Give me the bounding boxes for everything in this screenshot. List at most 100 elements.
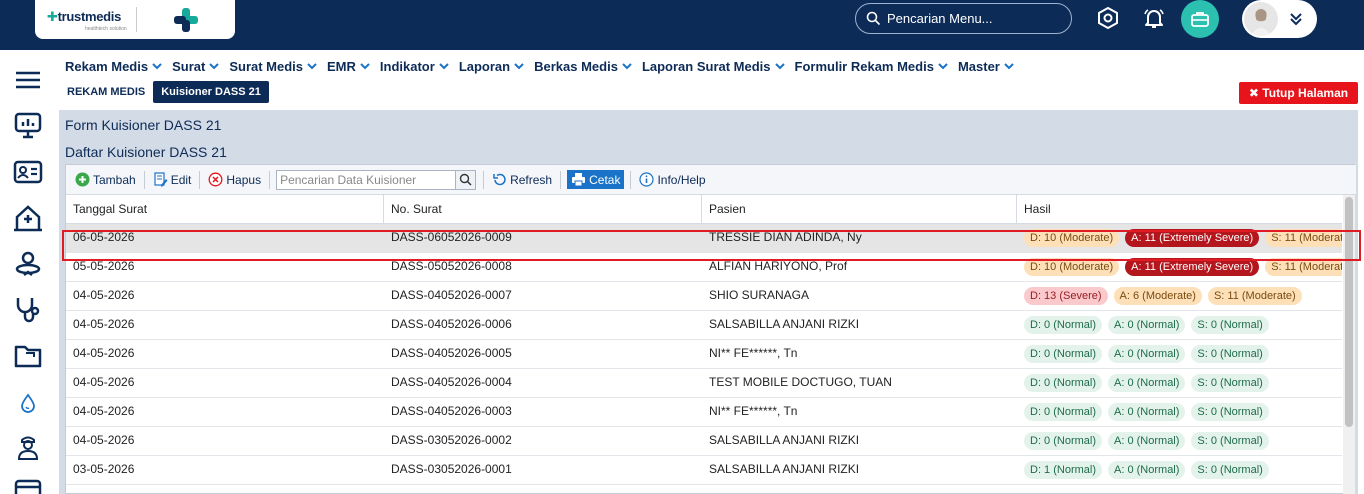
depression-badge: D: 0 (Normal) [1024,316,1103,334]
chevron-down-icon [774,62,785,69]
anxiety-badge: A: 6 (Moderate) [1113,287,1202,305]
grid-rows: 06-05-2026 DASS-06052026-0009 TRESSIE DIAN… [66,224,1342,485]
table-row[interactable]: 04-05-2026 DASS-04052026-0007 SHIO SURANAG… [66,282,1342,311]
table-row[interactable]: 06-05-2026 DASS-06052026-0009 TRESSIE DIAN… [66,224,1342,253]
chevron-down-icon [622,62,632,69]
doctor-icon[interactable] [13,432,43,462]
table-row[interactable]: 04-05-2026 DASS-04052026-0005 NI** FE*****… [66,340,1342,369]
cell-pasien: NI** FE******, Tn [709,346,798,360]
print-button[interactable]: Cetak [567,170,625,189]
hospital-icon[interactable] [13,203,43,233]
cell-pasien: SHIO SURANAGA [709,288,810,302]
drop-icon[interactable] [13,388,43,418]
menu-search-input[interactable]: Pencarian Menu... [855,3,1072,34]
add-button[interactable]: Tambah [73,170,138,189]
table-row[interactable]: 04-05-2026 DASS-04052026-0004 TEST MOBILE … [66,369,1342,398]
scrollbar-thumb[interactable] [1345,197,1353,427]
table-row[interactable]: 04-05-2026 DASS-04052026-0003 NI** FE*****… [66,398,1342,427]
hamburger-icon[interactable] [13,65,43,95]
cell-pasien: SALSABILLA ANJANI RIZKI [709,433,860,447]
column-header-tanggal-surat[interactable]: Tanggal Surat [66,195,384,224]
grid-scrollbar[interactable] [1343,195,1355,494]
top-bar: ✚trustmedis healthtech solution Pencaria… [0,0,1364,50]
info-help-button[interactable]: Info/Help [637,170,707,189]
depression-badge: D: 0 (Normal) [1024,374,1103,392]
user-menu[interactable] [1242,0,1317,38]
table-row[interactable]: 05-05-2026 DASS-05052026-0008 ALFIAN HARIY… [66,253,1342,282]
edit-button[interactable]: Edit [151,170,194,189]
id-card-icon[interactable] [13,157,43,187]
search-icon [866,11,881,26]
dass-panel: Form Kuisioner DASS 21 Daftar Kuisioner … [59,110,1358,494]
depression-badge: D: 0 (Normal) [1024,432,1103,450]
table-row[interactable]: 04-05-2026 DASS-03052026-0002 SALSABILLA A… [66,427,1342,456]
trustmedis-cross-icon [174,8,198,32]
grid-search-button[interactable] [456,169,477,190]
stress-badge: S: 0 (Normal) [1191,374,1269,392]
chevron-double-down-icon [1290,13,1302,26]
cell-no-surat: DASS-04052026-0003 [391,404,512,418]
column-header-no-surat[interactable]: No. Surat [384,195,702,224]
menu-search-placeholder: Pencarian Menu... [887,11,993,26]
toolbar-divider [269,170,271,189]
anxiety-badge: A: 0 (Normal) [1108,316,1186,334]
toolbar-divider [143,170,145,189]
grid-search-input[interactable]: Pencarian Data Kuisioner [276,169,457,190]
person-icon[interactable] [13,249,43,279]
anxiety-badge: A: 0 (Normal) [1108,432,1186,450]
menu-berkas-medis[interactable]: Berkas Medis [526,56,634,76]
printer-icon [572,173,586,187]
refresh-icon [493,173,506,186]
breadcrumb-parent[interactable]: REKAM MEDIS [67,86,145,98]
cell-tanggal-surat: 04-05-2026 [73,288,135,302]
table-row[interactable]: 03-05-2026 DASS-03052026-0001 SALSABILLA A… [66,456,1342,485]
chevron-down-icon [1004,62,1014,69]
cell-hasil: D: 0 (Normal) A: 0 (Normal) S: 0 (Normal) [1024,432,1342,452]
chevron-down-icon [360,62,370,69]
info-icon [639,172,655,187]
briefcase-button[interactable] [1181,0,1219,38]
menu-emr[interactable]: EMR [319,56,372,76]
depression-badge: D: 0 (Normal) [1024,403,1103,421]
menu-laporan[interactable]: Laporan [451,56,526,76]
cell-tanggal-surat: 04-05-2026 [73,346,135,360]
delete-button[interactable]: Hapus [206,170,263,189]
cell-hasil: D: 10 (Moderate) A: 11 (Extremely Severe)… [1024,229,1342,249]
refresh-button[interactable]: Refresh [490,170,554,189]
breadcrumb: REKAM MEDIS Kuisioner DASS 21 [67,80,269,103]
cell-no-surat: DASS-04052026-0007 [391,288,512,302]
menu-formulir-rekam-medis[interactable]: Formulir Rekam Medis [787,56,950,76]
cell-no-surat: DASS-03052026-0002 [391,433,512,447]
stress-badge: S: 0 (Normal) [1191,461,1269,479]
chevron-down-icon [938,62,948,69]
stress-badge: S: 0 (Normal) [1191,403,1269,421]
column-header-pasien[interactable]: Pasien [702,195,1017,224]
menu-rekam-medis[interactable]: Rekam Medis [57,56,164,76]
chevron-down-icon [152,62,162,69]
bell-icon[interactable] [1142,6,1166,30]
chevron-down-icon [209,62,220,69]
column-header-hasil[interactable]: Hasil [1017,195,1342,224]
list-title: Daftar Kuisioner DASS 21 [65,144,227,160]
close-page-button[interactable]: ✖ Tutup Halaman [1239,82,1358,104]
folder-icon[interactable] [13,341,43,371]
toolbar-divider [483,170,485,189]
breadcrumb-active-tab[interactable]: Kuisioner DASS 21 [153,80,269,103]
cell-pasien: SALSABILLA ANJANI RIZKI [709,317,860,331]
sidebar [0,50,57,494]
data-grid: Tambah Edit Hapus Pencarian Data Kuision… [65,164,1356,494]
presentation-icon[interactable] [13,110,43,140]
stethoscope-icon[interactable] [13,295,43,325]
anxiety-badge: A: 11 (Extremely Severe) [1125,258,1260,276]
logo[interactable]: ✚trustmedis healthtech solution [35,0,235,39]
table-row[interactable]: 04-05-2026 DASS-04052026-0006 SALSABILLA A… [66,311,1342,340]
menu-surat[interactable]: Surat [164,56,221,76]
stress-badge: S: 11 (Moderate) [1265,258,1342,276]
settings-hex-icon[interactable] [1096,6,1120,30]
screen-icon[interactable] [13,477,43,494]
cell-hasil: D: 10 (Moderate) A: 11 (Extremely Severe)… [1024,258,1342,278]
menu-surat-medis[interactable]: Surat Medis [221,56,319,76]
menu-master[interactable]: Master [950,56,1016,76]
menu-indikator[interactable]: Indikator [372,56,451,76]
menu-laporan-surat-medis[interactable]: Laporan Surat Medis [634,56,787,76]
